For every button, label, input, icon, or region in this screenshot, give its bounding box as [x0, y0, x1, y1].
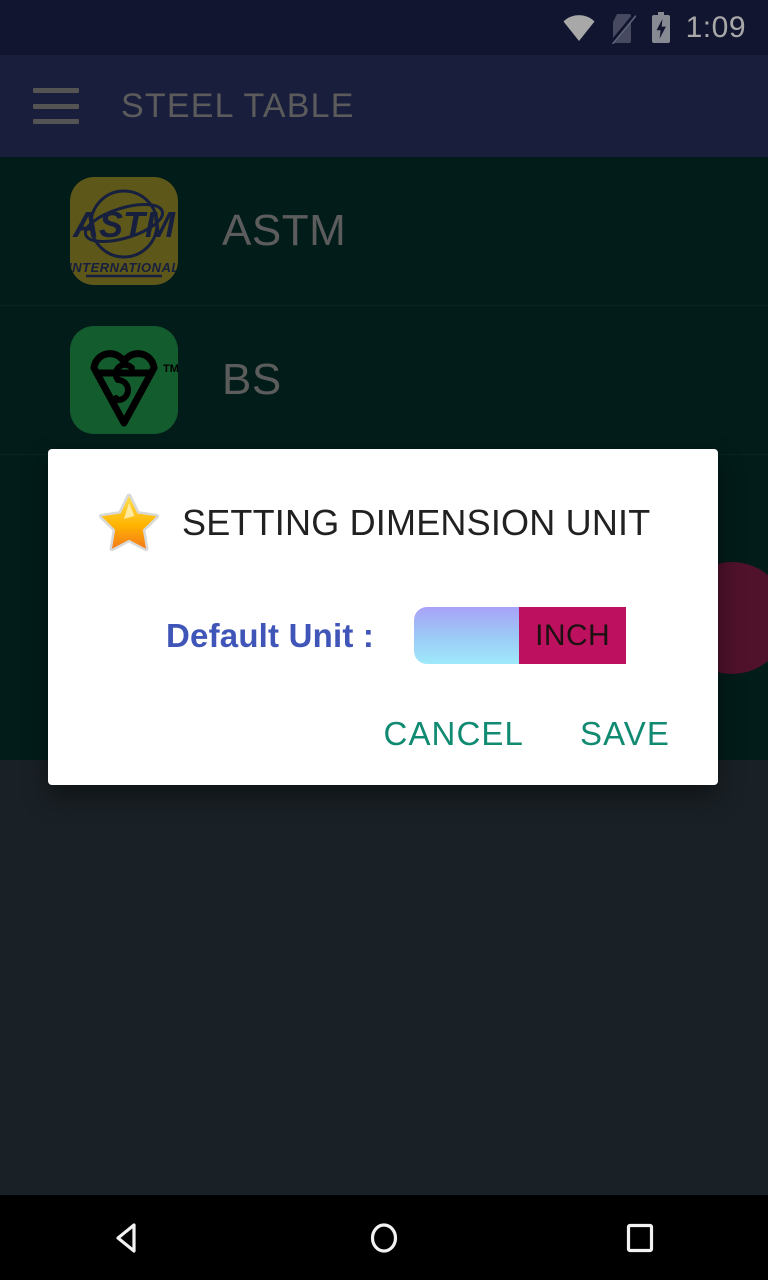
phone-screen: 1:09 STEEL TABLE ASTM INTERNATIONAL ASTM: [0, 0, 768, 1280]
dialog-actions: CANCEL SAVE: [384, 715, 670, 753]
nav-recents-button[interactable]: [512, 1218, 768, 1258]
dialog-title: SETTING DIMENSION UNIT: [182, 502, 651, 543]
toggle-track-off: [414, 607, 520, 664]
home-circle-icon: [370, 1222, 398, 1253]
dialog-header: SETTING DIMENSION UNIT: [48, 449, 718, 553]
star-icon: [98, 493, 160, 553]
system-navigation-bar: [0, 1195, 768, 1280]
setting-dimension-unit-dialog: SETTING DIMENSION UNIT Default Unit : IN…: [48, 449, 718, 785]
default-unit-toggle[interactable]: INCH: [414, 607, 627, 664]
save-button[interactable]: SAVE: [580, 715, 670, 753]
nav-home-button[interactable]: [256, 1218, 512, 1258]
recents-square-icon: [626, 1223, 654, 1252]
cancel-button[interactable]: CANCEL: [384, 715, 524, 753]
nav-back-button[interactable]: [0, 1218, 256, 1258]
dialog-body: Default Unit : INCH: [48, 553, 718, 664]
toggle-value-label: INCH: [535, 618, 611, 652]
toggle-thumb-on: INCH: [519, 607, 627, 664]
default-unit-label: Default Unit :: [166, 616, 375, 654]
back-triangle-icon: [116, 1222, 136, 1253]
